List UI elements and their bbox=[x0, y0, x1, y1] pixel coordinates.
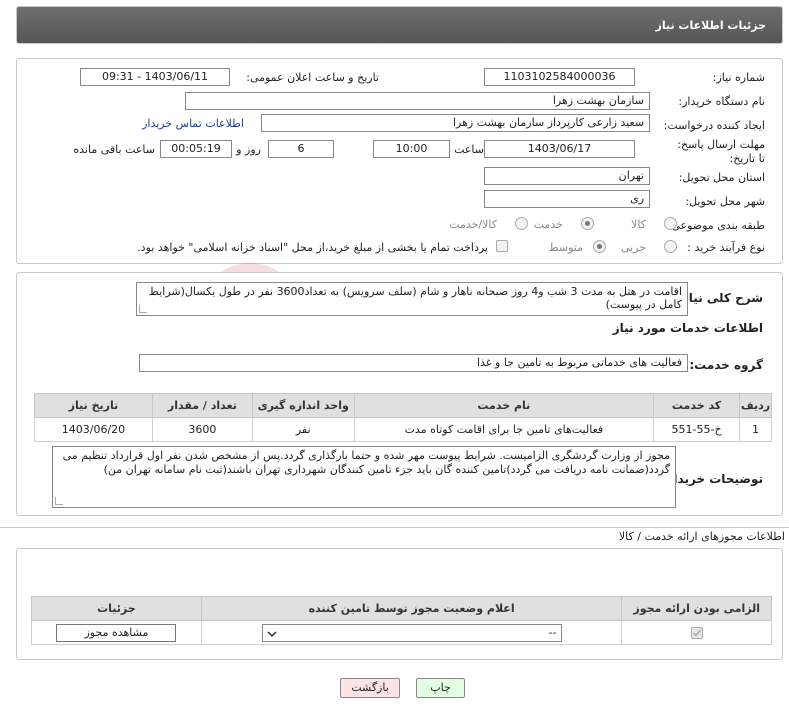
process-medium-radio[interactable] bbox=[593, 240, 606, 253]
process-medium-label: متوسط bbox=[548, 241, 583, 254]
need-number-label: شماره نیاز: bbox=[712, 71, 765, 84]
time-label: ساعت bbox=[454, 143, 484, 156]
check-icon bbox=[692, 629, 701, 637]
cell-permit-required bbox=[621, 620, 772, 645]
process-minor-label: جزیی bbox=[620, 241, 646, 254]
permit-status-value: -- bbox=[548, 625, 557, 639]
requester-field: سعید زارعی کارپرداز سازمان بهشت زهرا bbox=[261, 114, 650, 132]
city-label: شهر محل تحویل: bbox=[685, 195, 765, 208]
contact-buyer-link[interactable]: اطلاعات تماس خریدار bbox=[142, 117, 244, 130]
process-type-label: نوع فرآیند خرید : bbox=[687, 241, 765, 254]
chevron-down-icon bbox=[267, 630, 277, 637]
province-label: استان محل تحویل: bbox=[678, 171, 765, 184]
service-group-label: گروه خدمت: bbox=[689, 358, 763, 372]
category-label: طبقه بندی موضوعی: bbox=[667, 219, 765, 232]
cell-need-date: 1403/06/20 bbox=[34, 417, 153, 442]
days-label: روز و bbox=[236, 143, 261, 156]
col-permit-required: الزامی بودن ارائه مجوز bbox=[621, 596, 772, 621]
table-row: 1 خ-55-551 فعالیت‌های تامین جا برای اقام… bbox=[34, 417, 772, 442]
province-field: تهران bbox=[484, 167, 650, 185]
permit-required-checkbox bbox=[690, 627, 703, 639]
announce-datetime-label: تاریخ و ساعت اعلان عمومی: bbox=[246, 71, 379, 84]
announce-datetime-field: 1403/06/11 - 09:31 bbox=[80, 68, 230, 86]
permits-divider bbox=[0, 527, 789, 528]
general-desc-textarea: اقامت در هتل به مدت 3 شب و4 روز صبحانه ن… bbox=[136, 282, 688, 316]
process-minor-radio[interactable] bbox=[664, 240, 677, 253]
service-group-field: فعالیت های خدماتی مربوط به تامین جا و غذ… bbox=[139, 354, 688, 372]
table-row: -- مشاهده مجوز bbox=[31, 620, 772, 645]
category-goods-service-label: کالا/خدمت bbox=[449, 218, 497, 231]
remaining-label: ساعت باقی مانده bbox=[73, 143, 155, 156]
payment-note: پرداخت تمام یا بخشی از مبلغ خرید،از محل … bbox=[137, 241, 488, 254]
category-goods-label: کالا bbox=[631, 218, 646, 231]
resize-grip-icon bbox=[55, 497, 63, 505]
col-quantity: تعداد / مقدار bbox=[151, 393, 253, 418]
category-service-label: خدمت bbox=[533, 218, 563, 231]
col-row: ردیف bbox=[739, 393, 772, 418]
page-title: جزئیات اطلاعات نیاز bbox=[655, 19, 767, 32]
back-button[interactable]: بازگشت bbox=[340, 678, 400, 698]
need-info-panel bbox=[16, 58, 783, 264]
days-left-field: 6 bbox=[268, 140, 334, 158]
deadline-time-field: 10:00 bbox=[373, 140, 450, 158]
print-button[interactable]: چاپ bbox=[416, 678, 465, 698]
buyer-notes-text: مجوز از وزارت گردشگری الزامیست. شرایط پی… bbox=[62, 449, 670, 476]
buyer-notes-textarea: مجوز از وزارت گردشگری الزامیست. شرایط پی… bbox=[52, 446, 676, 508]
buyer-notes-label: توضیحات خریدار: bbox=[661, 472, 763, 486]
services-info-title: اطلاعات خدمات مورد نیاز bbox=[612, 321, 763, 335]
deadline-date-field: 1403/06/17 bbox=[484, 140, 635, 158]
general-desc-text: اقامت در هتل به مدت 3 شب و4 روز صبحانه ن… bbox=[148, 285, 682, 311]
col-permit-status: اعلام وضعیت مجوز توسط تامین کننده bbox=[200, 596, 623, 621]
page-header: جزئیات اطلاعات نیاز bbox=[16, 6, 783, 44]
col-service-name: نام خدمت bbox=[353, 393, 655, 418]
cell-quantity: 3600 bbox=[151, 417, 253, 442]
col-unit: واحد اندازه گیری bbox=[251, 393, 355, 418]
deadline-label: مهلت ارسال پاسخ: تا تاریخ: bbox=[677, 138, 765, 165]
buyer-org-label: نام دستگاه خریدار: bbox=[678, 95, 765, 108]
view-permit-button[interactable]: مشاهده مجوز bbox=[56, 623, 177, 642]
category-goods-radio[interactable] bbox=[664, 217, 677, 230]
cell-unit: نفر bbox=[251, 417, 355, 442]
requester-label: ایجاد کننده درخواست: bbox=[663, 119, 765, 132]
resize-grip-icon bbox=[139, 305, 147, 313]
cell-row: 1 bbox=[739, 417, 772, 442]
treasury-bonds-checkbox[interactable] bbox=[496, 240, 508, 252]
permits-table: الزامی بودن ارائه مجوز اعلام وضعیت مجوز … bbox=[31, 596, 772, 645]
cell-permit-status: -- bbox=[200, 620, 623, 645]
need-number-field: 1103102584000036 bbox=[484, 68, 635, 86]
col-need-date: تاریخ نیاز bbox=[34, 393, 153, 418]
permits-title: اطلاعات مجوزهای ارائه خدمت / کالا bbox=[618, 530, 785, 543]
col-service-code: کد خدمت bbox=[653, 393, 741, 418]
services-table: ردیف کد خدمت نام خدمت واحد اندازه گیری ت… bbox=[34, 393, 772, 442]
permit-status-select[interactable]: -- bbox=[261, 623, 562, 642]
category-goods-service-radio[interactable] bbox=[515, 217, 528, 230]
col-permit-details: جزئیات bbox=[31, 596, 202, 621]
general-desc-label: شرح کلی نیاز: bbox=[677, 291, 763, 305]
category-service-radio[interactable] bbox=[581, 217, 594, 230]
buyer-org-field: سازمان بهشت زهرا bbox=[185, 92, 650, 110]
city-field: ری bbox=[484, 190, 650, 208]
time-left-field: 00:05:19 bbox=[160, 140, 232, 158]
cell-permit-details: مشاهده مجوز bbox=[31, 620, 202, 645]
cell-service-code: خ-55-551 bbox=[653, 417, 741, 442]
cell-service-name: فعالیت‌های تامین جا برای اقامت کوتاه مدت bbox=[353, 417, 655, 442]
